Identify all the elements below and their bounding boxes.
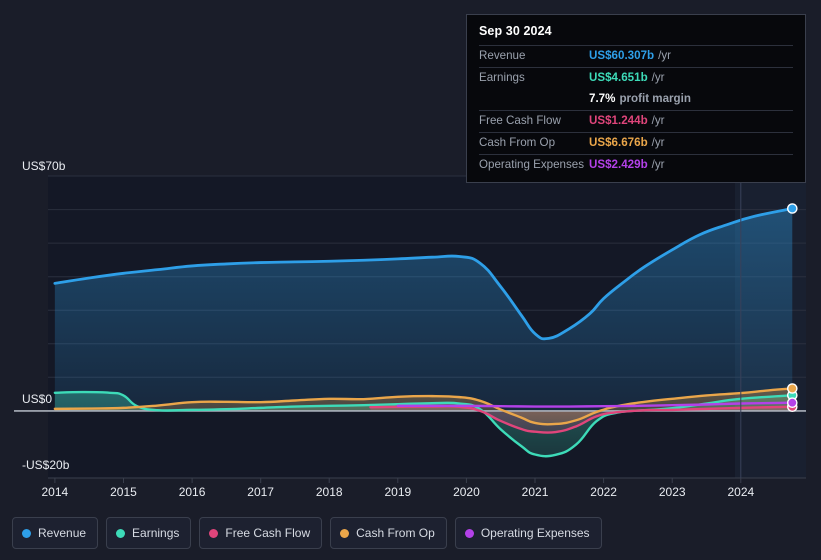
tooltip-row-revenue: Revenue US$60.307b/yr <box>479 45 793 67</box>
tooltip-rows: Revenue US$60.307b/yr Earnings US$4.651b/yr… <box>479 45 793 176</box>
chart-legend[interactable]: Revenue Earnings Free Cash Flow Cash From O… <box>12 517 602 549</box>
x-axis-tick-2014: 2014 <box>41 485 69 499</box>
tooltip-row-value: US$4.651b/yr <box>589 71 665 84</box>
legend-item-earnings[interactable]: Earnings <box>106 517 192 549</box>
tooltip-row-operating-expenses: Operating Expenses US$2.429b/yr <box>479 154 793 176</box>
legend-item-cash-from-op[interactable]: Cash From Op <box>330 517 447 549</box>
legend-item-label: Cash From Op <box>356 526 435 540</box>
y-axis-bottom-label: -US$20b <box>22 458 70 472</box>
tooltip-row-unit: /yr <box>651 136 665 149</box>
tooltip-row-value: US$2.429b/yr <box>589 158 665 171</box>
legend-color-dot-icon <box>464 528 474 538</box>
tooltip-margin-text: profit margin <box>619 92 691 105</box>
y-axis-zero-label: US$0 <box>22 392 53 406</box>
tooltip-row-unit: /yr <box>651 71 665 84</box>
tooltip-row-unit: /yr <box>658 49 671 62</box>
x-axis-tick-2016: 2016 <box>178 485 206 499</box>
x-axis-tick-2024: 2024 <box>727 485 755 499</box>
tooltip-row-value: US$6.676b/yr <box>589 136 665 149</box>
legend-color-dot-icon <box>116 528 126 538</box>
tooltip-date: Sep 30 2024 <box>479 24 552 38</box>
tooltip-row-label: Earnings <box>479 71 525 84</box>
legend-item-free-cash-flow[interactable]: Free Cash Flow <box>199 517 323 549</box>
legend-item-label: Operating Expenses <box>480 526 590 540</box>
x-axis-tick-2020: 2020 <box>453 485 480 499</box>
legend-item-label: Free Cash Flow <box>225 526 311 540</box>
tooltip-row-label: Cash From Op <box>479 136 556 149</box>
x-axis-tick-2022: 2022 <box>590 485 617 499</box>
x-axis-tick-2023: 2023 <box>658 485 686 499</box>
x-axis-tick-2015: 2015 <box>110 485 137 499</box>
tooltip-row-unit: /yr <box>651 114 665 127</box>
tooltip-margin-value: 7.7% profit margin <box>589 92 691 105</box>
x-axis-tick-2017: 2017 <box>247 485 274 499</box>
x-tick-marks <box>54 478 742 483</box>
tooltip-row-label: Free Cash Flow <box>479 114 561 127</box>
legend-color-dot-icon <box>22 528 31 538</box>
x-axis-tick-2021: 2021 <box>521 485 549 499</box>
x-axis-tick-2018: 2018 <box>315 485 343 499</box>
tooltip-row-label: Revenue <box>479 49 526 62</box>
tooltip-profit-margin: 7.7% profit margin <box>479 89 793 110</box>
x-axis-tick-2019: 2019 <box>384 485 412 499</box>
tooltip-row-cash-from-op: Cash From Op US$6.676b/yr <box>479 132 793 154</box>
legend-item-operating-expenses[interactable]: Operating Expenses <box>454 517 602 549</box>
legend-item-label: Revenue <box>38 526 87 540</box>
data-tooltip: Sep 30 2024 Revenue US$60.307b/yr Earnings… <box>466 14 806 183</box>
legend-color-dot-icon <box>340 528 350 538</box>
tooltip-row-earnings: Earnings US$4.651b/yr <box>479 67 793 89</box>
tooltip-row-value: US$60.307b/yr <box>589 49 671 62</box>
tooltip-row-label: Operating Expenses <box>479 158 585 171</box>
tooltip-row-unit: /yr <box>651 158 665 171</box>
financial-chart: US$70b US$0 -US$20b 2014 2015 2016 2017 2018… <box>0 0 821 560</box>
tooltip-row-free-cash-flow: Free Cash Flow US$1.244b/yr <box>479 110 793 132</box>
legend-item-revenue[interactable]: Revenue <box>12 517 99 549</box>
legend-color-dot-icon <box>209 528 219 538</box>
tooltip-row-value: US$1.244b/yr <box>589 114 665 127</box>
legend-item-label: Earnings <box>132 526 180 540</box>
y-axis-top-label: US$70b <box>22 159 66 173</box>
